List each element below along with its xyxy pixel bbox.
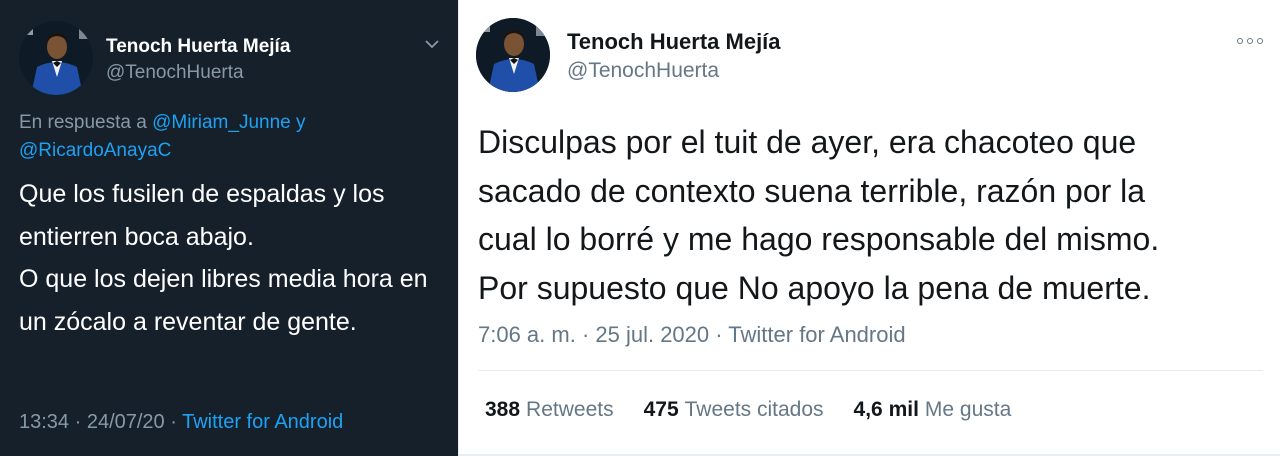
likes-count: 4,6 mil <box>853 398 919 421</box>
more-options-icon[interactable] <box>1237 37 1265 45</box>
tweet-line: sacado de contexto suena terrible, razón… <box>478 172 1146 209</box>
tweet-line: Por supuesto que No apoyo la pena de mue… <box>478 269 1151 306</box>
likes-stat[interactable]: 4,6 mil Me gusta <box>854 398 1012 422</box>
tweet-meta[interactable]: 7:06 a. m. · 25 jul. 2020 · Twitter for … <box>478 322 906 348</box>
tweet-paragraph: Que los fusilen de espaldas y los entier… <box>19 180 385 251</box>
avatar[interactable] <box>19 21 93 95</box>
reply-mention-link[interactable]: @Miriam_Junne <box>152 112 291 133</box>
quotes-label: Tweets citados <box>684 398 824 421</box>
reply-joiner: y <box>290 112 306 133</box>
retweets-count: 388 <box>485 398 521 421</box>
tweet-source-link[interactable]: Twitter for Android <box>182 411 343 433</box>
quotes-count: 475 <box>643 398 679 421</box>
tweet-text: Que los fusilen de espaldas y los entier… <box>19 173 444 343</box>
tweet-text: Disculpas por el tuit de ayer, era chaco… <box>478 118 1268 312</box>
divider <box>478 370 1263 371</box>
tweet-line: cual lo borré y me hago responsable del … <box>478 221 1160 257</box>
quotes-stat[interactable]: 475 Tweets citados <box>644 398 824 422</box>
author-handle[interactable]: @TenochHuerta <box>106 62 244 84</box>
tweet-timestamp[interactable]: 13:34 · 24/07/20 · <box>19 411 182 433</box>
author-handle[interactable]: @TenochHuerta <box>567 59 719 83</box>
tweet-line: Disculpas por el tuit de ayer, era chaco… <box>478 124 1137 160</box>
author-name[interactable]: Tenoch Huerta Mejía <box>567 29 781 55</box>
reply-prefix: En respuesta a <box>19 112 153 133</box>
retweets-label: Retweets <box>526 398 614 421</box>
reply-tweet-card: Tenoch Huerta Mejía @TenochHuerta En res… <box>0 0 458 456</box>
avatar[interactable] <box>476 18 550 92</box>
avatar-portrait <box>19 21 93 95</box>
tweet-meta: 13:34 · 24/07/20 · Twitter for Android <box>19 411 343 434</box>
apology-tweet-card: Tenoch Huerta Mejía @TenochHuerta Discul… <box>458 0 1280 456</box>
retweets-stat[interactable]: 388 Retweets <box>485 398 614 422</box>
author-name[interactable]: Tenoch Huerta Mejía <box>106 36 290 58</box>
avatar-portrait <box>476 18 550 92</box>
tweet-stats: 388 Retweets 475 Tweets citados 4,6 mil Me … <box>485 398 1011 422</box>
reply-context: En respuesta a @Miriam_Junne y @RicardoA… <box>19 109 439 165</box>
reply-mention-link[interactable]: @RicardoAnayaC <box>19 140 171 161</box>
chevron-down-icon[interactable] <box>424 38 440 50</box>
tweet-paragraph: O que los dejen libres media hora en un … <box>19 265 428 336</box>
likes-label: Me gusta <box>924 398 1012 421</box>
